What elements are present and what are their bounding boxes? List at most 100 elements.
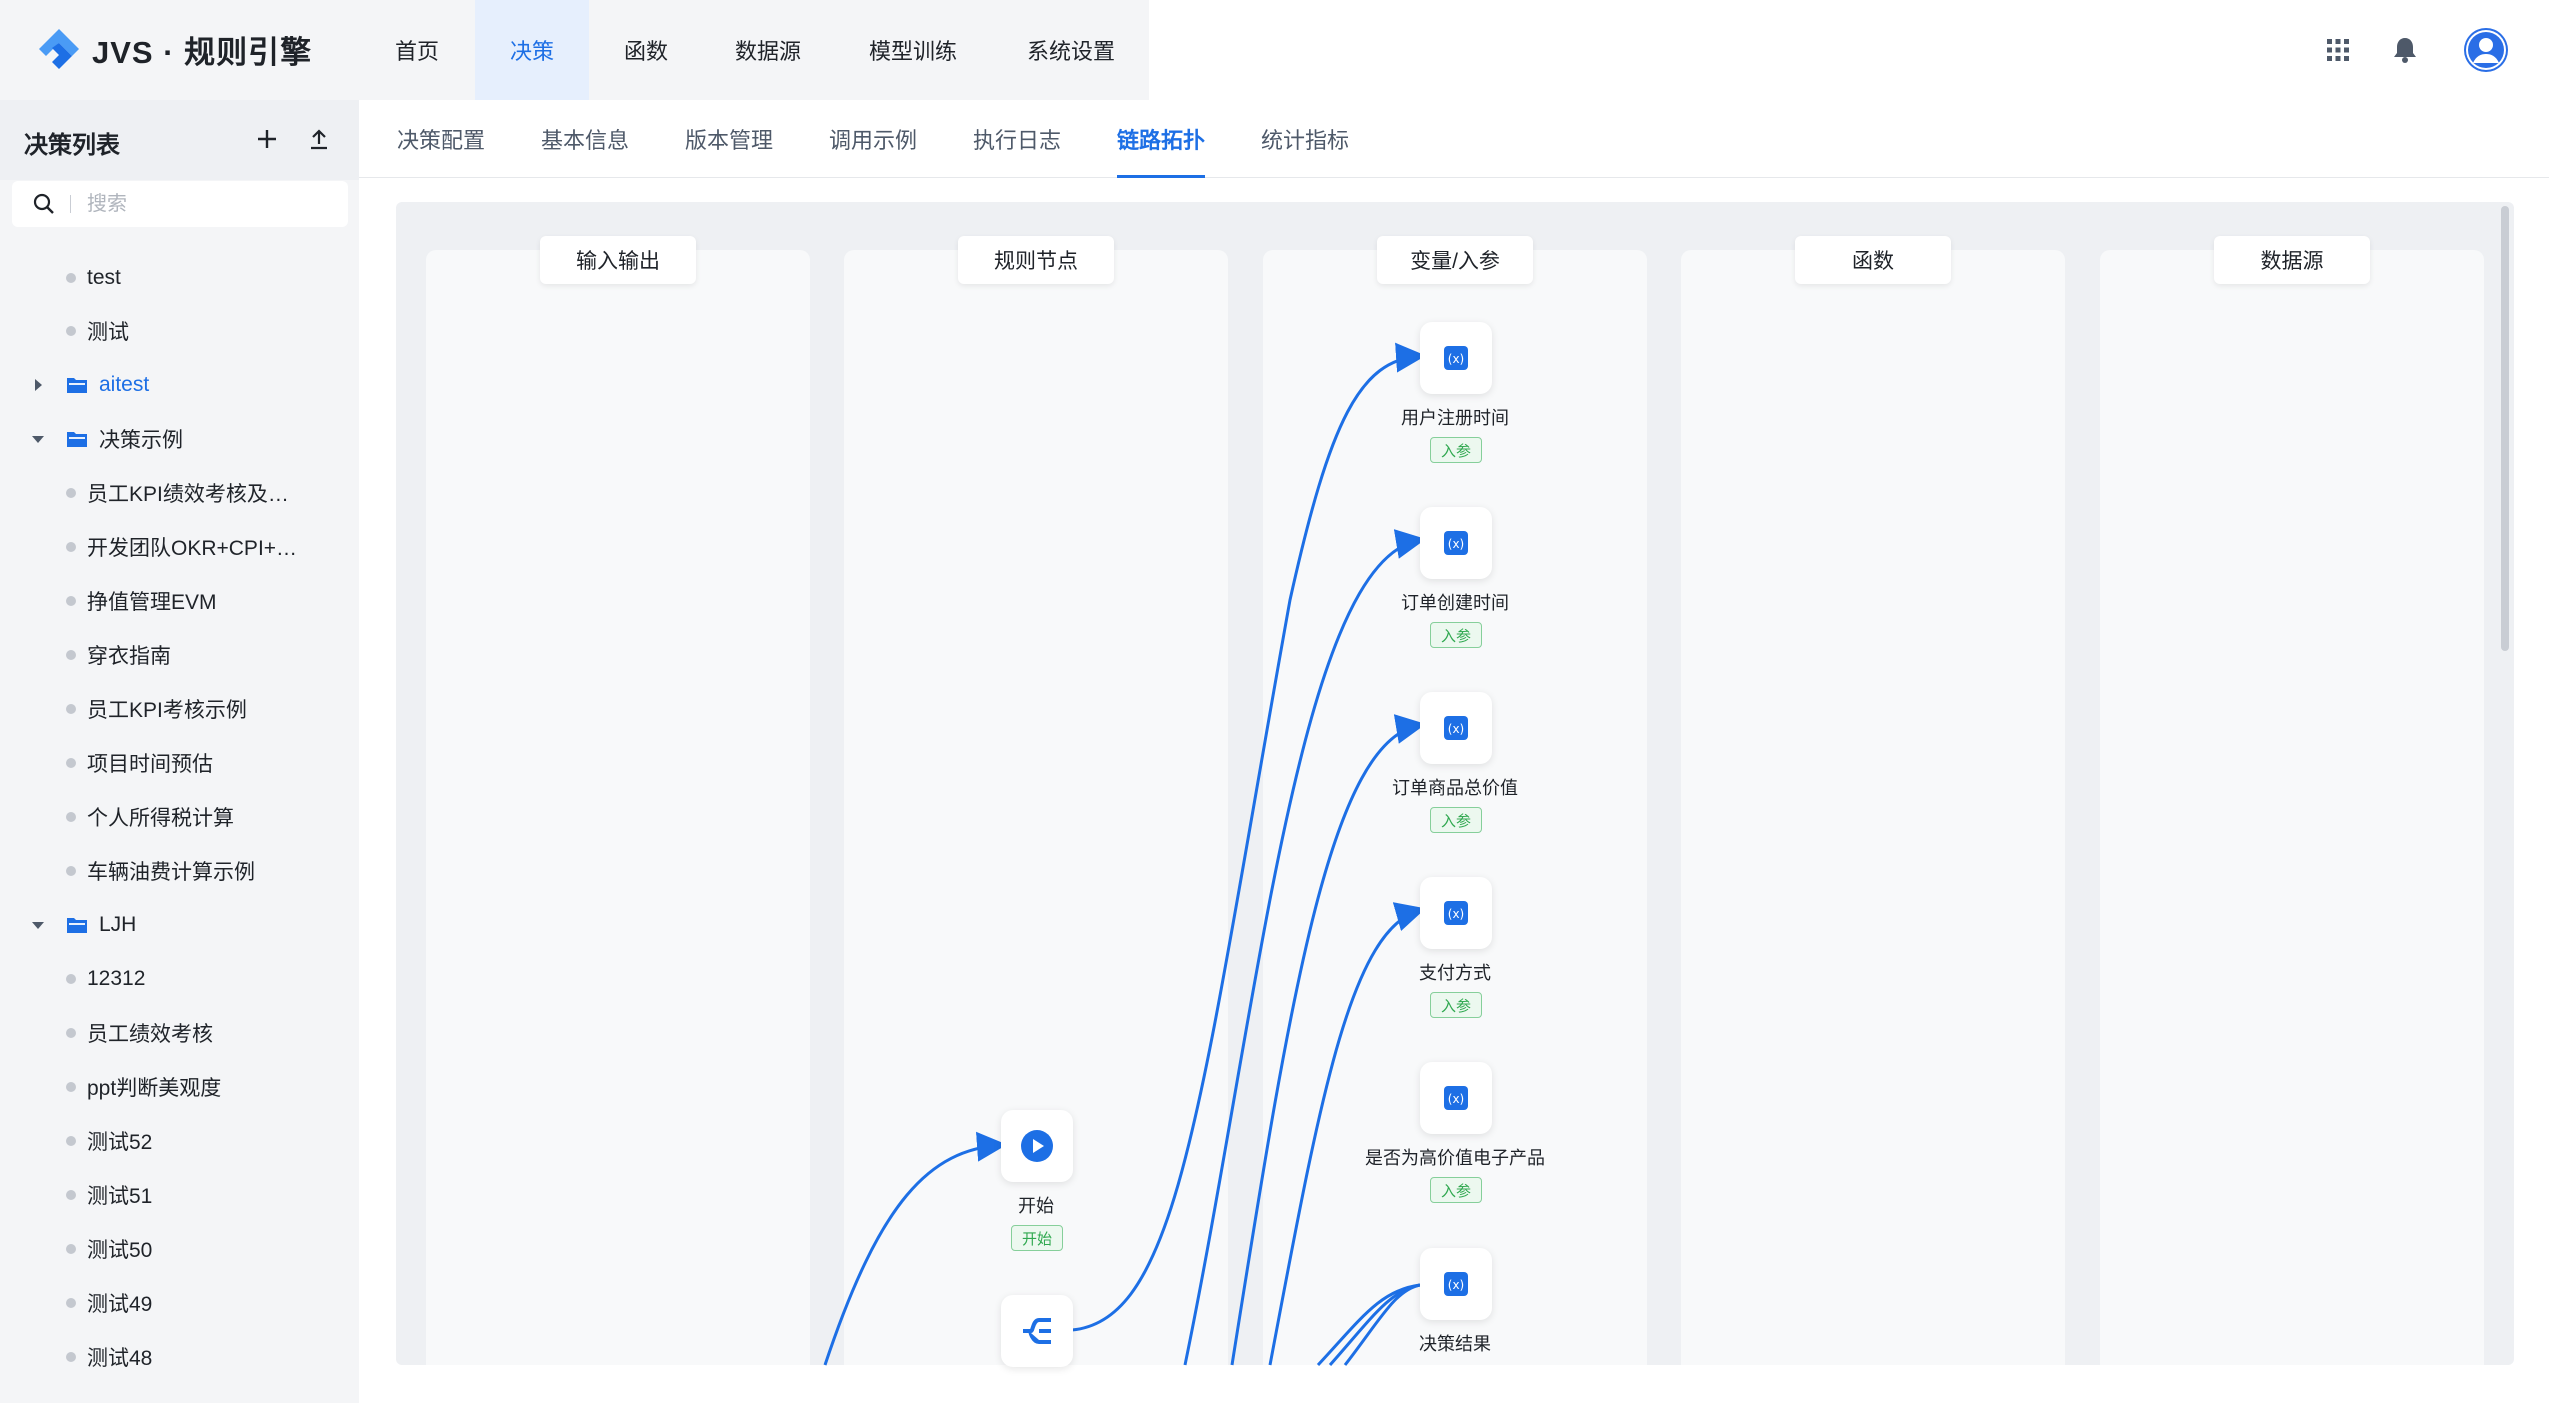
folder-item[interactable]: aitest (0, 360, 359, 410)
variable-node[interactable]: (x) (1420, 507, 1492, 579)
variable-node[interactable]: (x) (1420, 877, 1492, 949)
folder-icon (67, 378, 87, 393)
list-item[interactable]: 挣值管理EVM (0, 576, 359, 626)
list-item[interactable]: 测试52 (0, 1116, 359, 1166)
nav-item-function[interactable]: 函数 (589, 0, 703, 100)
list-item-label: 挣值管理EVM (87, 591, 217, 614)
list-item-label: test (87, 266, 121, 289)
play-icon (1021, 1130, 1053, 1162)
variable-label: 订单创建时间 (1401, 593, 1509, 613)
rule-node-branch[interactable] (1001, 1295, 1073, 1367)
brand-logo[interactable]: JVS · 规则引擎 (36, 26, 312, 72)
folder-item[interactable]: 决策示例 (0, 414, 359, 464)
caret-right-icon[interactable] (30, 377, 46, 393)
tab-version[interactable]: 版本管理 (685, 100, 773, 178)
column-datasources (2100, 250, 2484, 1365)
list-item-label: 穿衣指南 (87, 645, 171, 668)
nav-item-datasource[interactable]: 数据源 (703, 0, 833, 100)
list-item[interactable]: 12312 (0, 954, 359, 1004)
svg-text:(x): (x) (1448, 722, 1464, 736)
folder-label: 决策示例 (99, 429, 183, 452)
variable-icon: (x) (1444, 1272, 1468, 1296)
list-item-label: 员工KPI绩效考核及… (87, 483, 289, 506)
list-item[interactable]: 车辆油费计算示例 (0, 846, 359, 896)
bullet-icon (66, 1298, 76, 1308)
list-item[interactable]: 测试49 (0, 1278, 359, 1328)
variable-tag: 入参 (1430, 807, 1482, 833)
sidebar-title: 决策列表 (24, 132, 120, 159)
bullet-icon (66, 866, 76, 876)
variable-tag: 入参 (1430, 622, 1482, 648)
caret-down-icon[interactable] (30, 431, 46, 447)
variable-node[interactable]: (x) (1420, 1062, 1492, 1134)
list-item[interactable]: 开发团队OKR+CPI+… (0, 522, 359, 572)
apps-button[interactable] (2322, 34, 2354, 66)
variable-icon: (x) (1444, 346, 1468, 370)
list-item-label: 开发团队OKR+CPI+… (87, 537, 298, 560)
bullet-icon (66, 326, 76, 336)
tab-link-topology[interactable]: 链路拓扑 (1117, 100, 1206, 178)
import-button[interactable] (302, 122, 336, 156)
bullet-icon (66, 812, 76, 822)
list-item[interactable]: 测试50 (0, 1224, 359, 1274)
canvas-scrollbar[interactable] (2501, 206, 2509, 651)
column-title: 变量/入参 (1377, 236, 1533, 284)
list-item-label: 员工KPI考核示例 (87, 699, 247, 722)
bell-icon (2394, 38, 2416, 63)
variable-tag: 入参 (1430, 1177, 1482, 1203)
bullet-icon (66, 1082, 76, 1092)
variable-icon: (x) (1444, 901, 1468, 925)
bullet-icon (66, 1244, 76, 1254)
bullet-icon (66, 542, 76, 552)
rule-node-label: 开始 (1018, 1196, 1054, 1216)
tab-call-example[interactable]: 调用示例 (829, 100, 917, 178)
list-item[interactable]: test (0, 253, 359, 303)
list-item[interactable]: 员工KPI考核示例 (0, 684, 359, 734)
nav-item-settings[interactable]: 系统设置 (993, 0, 1149, 100)
list-item[interactable]: 员工KPI绩效考核及… (0, 468, 359, 518)
variable-node[interactable]: (x) (1420, 1248, 1492, 1320)
list-item[interactable]: ppt判断美观度 (0, 1062, 359, 1112)
bullet-icon (66, 1136, 76, 1146)
list-item-label: 车辆油费计算示例 (87, 861, 255, 884)
variable-label: 支付方式 (1419, 963, 1491, 983)
list-item[interactable]: 测试 (0, 306, 359, 356)
list-item[interactable]: 测试48 (0, 1332, 359, 1382)
bullet-icon (66, 650, 76, 660)
folder-item[interactable]: LJH (0, 900, 359, 950)
list-item[interactable]: 穿衣指南 (0, 630, 359, 680)
nav-item-model-training[interactable]: 模型训练 (833, 0, 993, 100)
variable-node[interactable]: (x) (1420, 692, 1492, 764)
user-avatar[interactable] (2464, 28, 2508, 72)
list-item[interactable]: 项目时间预估 (0, 738, 359, 788)
variable-tag: 入参 (1430, 992, 1482, 1018)
nav-item-home[interactable]: 首页 (359, 0, 475, 100)
notification-button[interactable] (2389, 34, 2421, 66)
branch-icon (1023, 1318, 1051, 1344)
variable-label: 订单商品总价值 (1392, 778, 1518, 798)
caret-down-icon[interactable] (30, 917, 46, 933)
tab-decision-config[interactable]: 决策配置 (397, 100, 485, 178)
list-item-label: 测试 (87, 321, 129, 344)
search-icon (33, 193, 54, 214)
tab-basic-info[interactable]: 基本信息 (541, 100, 629, 178)
tab-statistics[interactable]: 统计指标 (1261, 100, 1349, 178)
variable-icon: (x) (1444, 1086, 1468, 1110)
svg-text:(x): (x) (1448, 1278, 1464, 1292)
svg-text:(x): (x) (1448, 1092, 1464, 1106)
list-item[interactable]: 员工绩效考核 (0, 1008, 359, 1058)
nav-item-decision[interactable]: 决策 (475, 0, 589, 100)
rule-node-start[interactable] (1001, 1110, 1073, 1182)
add-button[interactable] (250, 122, 284, 156)
search-input[interactable] (87, 192, 327, 216)
folder-icon (67, 918, 87, 933)
plus-icon (258, 130, 276, 148)
svg-text:(x): (x) (1448, 352, 1464, 366)
folder-label: LJH (99, 913, 137, 936)
column-io (426, 250, 810, 1365)
list-item[interactable]: 个人所得税计算 (0, 792, 359, 842)
variable-node[interactable]: (x) (1420, 322, 1492, 394)
list-item[interactable]: 测试51 (0, 1170, 359, 1220)
folder-icon (67, 432, 87, 447)
tab-exec-log[interactable]: 执行日志 (973, 100, 1061, 178)
